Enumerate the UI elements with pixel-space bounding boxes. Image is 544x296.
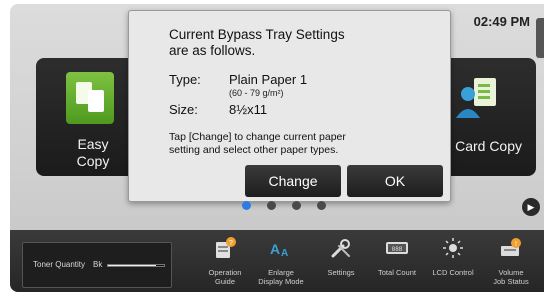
easy-copy-tile[interactable]: Easy Copy (36, 58, 136, 176)
toner-color-label: Bk (93, 260, 103, 269)
side-pull-tab[interactable] (536, 18, 544, 58)
brightness-icon (443, 238, 463, 258)
type-weight-range: (60 - 79 g/m²) (229, 88, 284, 98)
size-value: 8½x11 (229, 102, 268, 117)
enlarge-text-icon: A A (270, 241, 288, 259)
clock: 02:49 PM (473, 14, 530, 29)
svg-text:888: 888 (392, 246, 403, 253)
dialog-message: Tap [Change] to change current paper set… (169, 131, 346, 156)
operation-guide-icon: ? (216, 237, 236, 258)
system-bar: Toner Quantity Bk ? Operation Guide A A E… (10, 230, 544, 292)
page-dot[interactable] (317, 201, 326, 210)
touch-panel-screen: 02:49 PM Easy Copy Card Copy Current Byp… (10, 4, 544, 292)
toner-level-bar (107, 264, 165, 267)
toner-quantity-panel: Toner Quantity Bk (22, 242, 172, 288)
copy-icon (66, 72, 114, 124)
card-copy-icon (456, 78, 496, 118)
bypass-tray-dialog: Current Bypass Tray Settings are as foll… (128, 10, 451, 202)
page-dot[interactable] (267, 201, 276, 210)
total-count-button[interactable]: 888 Total Count (372, 234, 422, 290)
enlarge-display-mode-button[interactable]: A A Enlarge Display Mode (256, 234, 306, 290)
svg-text:A: A (270, 241, 280, 257)
operation-guide-button[interactable]: ? Operation Guide (200, 234, 250, 290)
next-page-arrow-icon[interactable]: ▶ (522, 198, 540, 216)
type-value: Plain Paper 1 (229, 72, 308, 87)
change-button[interactable]: Change (245, 165, 341, 197)
page-dot[interactable] (292, 201, 301, 210)
wrench-icon (331, 239, 350, 258)
lcd-control-button[interactable]: LCD Control (428, 234, 478, 290)
toner-quantity-label: Toner Quantity (33, 260, 86, 269)
job-status-button[interactable]: ! Volume Job Status (486, 234, 536, 290)
svg-text:A: A (281, 248, 288, 259)
page-dot[interactable] (242, 201, 251, 210)
job-status-icon: ! (501, 238, 521, 256)
settings-button[interactable]: Settings (316, 234, 366, 290)
ok-button[interactable]: OK (347, 165, 443, 197)
counter-icon: 888 (386, 242, 408, 254)
svg-text:!: ! (515, 241, 517, 248)
toner-level-fill (108, 265, 156, 266)
size-label: Size: (169, 102, 198, 117)
svg-text:?: ? (229, 240, 233, 247)
dialog-title: Current Bypass Tray Settings are as foll… (169, 27, 345, 58)
easy-copy-label: Easy Copy (76, 136, 110, 169)
type-label: Type: (169, 72, 201, 87)
